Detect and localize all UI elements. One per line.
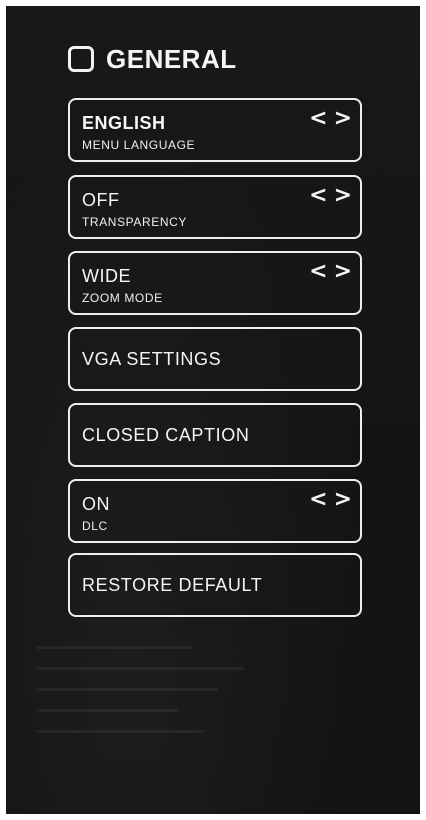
dlc-label: DLC	[82, 519, 108, 533]
restore-default-button[interactable]: RESTORE DEFAULT	[68, 553, 362, 617]
zoom-mode-label: ZOOM MODE	[82, 291, 163, 305]
chevron-left-icon[interactable]: <	[309, 108, 327, 130]
chevron-right-icon[interactable]: >	[334, 108, 352, 130]
chevron-right-icon[interactable]: >	[334, 261, 352, 283]
chevron-left-icon[interactable]: <	[309, 261, 327, 283]
transparency-value: OFF	[82, 190, 120, 210]
restore-default-label: RESTORE DEFAULT	[82, 574, 263, 595]
chevron-left-icon[interactable]: <	[309, 489, 327, 511]
dlc-item[interactable]: ON DLC < >	[68, 479, 362, 543]
zoom-mode-value: WIDE	[82, 266, 131, 286]
menu-language-item[interactable]: ENGLISH MENU LANGUAGE < >	[68, 98, 362, 162]
transparency-label: TRANSPARENCY	[82, 215, 187, 229]
menu-title: GENERAL	[106, 43, 237, 74]
section-checkbox-icon[interactable]	[68, 46, 94, 72]
dlc-value: ON	[82, 494, 110, 514]
zoom-mode-arrows: < >	[309, 261, 352, 283]
chevron-right-icon[interactable]: >	[334, 185, 352, 207]
transparency-arrows: < >	[309, 185, 352, 207]
chevron-right-icon[interactable]: >	[334, 489, 352, 511]
chevron-left-icon[interactable]: <	[309, 185, 327, 207]
menu-language-label: MENU LANGUAGE	[82, 138, 196, 152]
zoom-mode-item[interactable]: WIDE ZOOM MODE < >	[68, 251, 362, 315]
closed-caption-button[interactable]: CLOSED CAPTION	[68, 403, 362, 467]
menu-language-arrows: < >	[309, 108, 352, 130]
vga-settings-button[interactable]: VGA SETTINGS	[68, 327, 362, 391]
dlc-arrows: < >	[309, 489, 352, 511]
background-noise	[36, 646, 296, 786]
transparency-item[interactable]: OFF TRANSPARENCY < >	[68, 175, 362, 239]
vga-settings-label: VGA SETTINGS	[82, 348, 222, 369]
menu-language-value: ENGLISH	[82, 113, 166, 133]
osd-menu-panel: GENERAL ENGLISH MENU LANGUAGE < > OFF TR…	[6, 6, 420, 814]
closed-caption-label: CLOSED CAPTION	[82, 424, 250, 445]
menu-header: GENERAL	[68, 44, 237, 74]
